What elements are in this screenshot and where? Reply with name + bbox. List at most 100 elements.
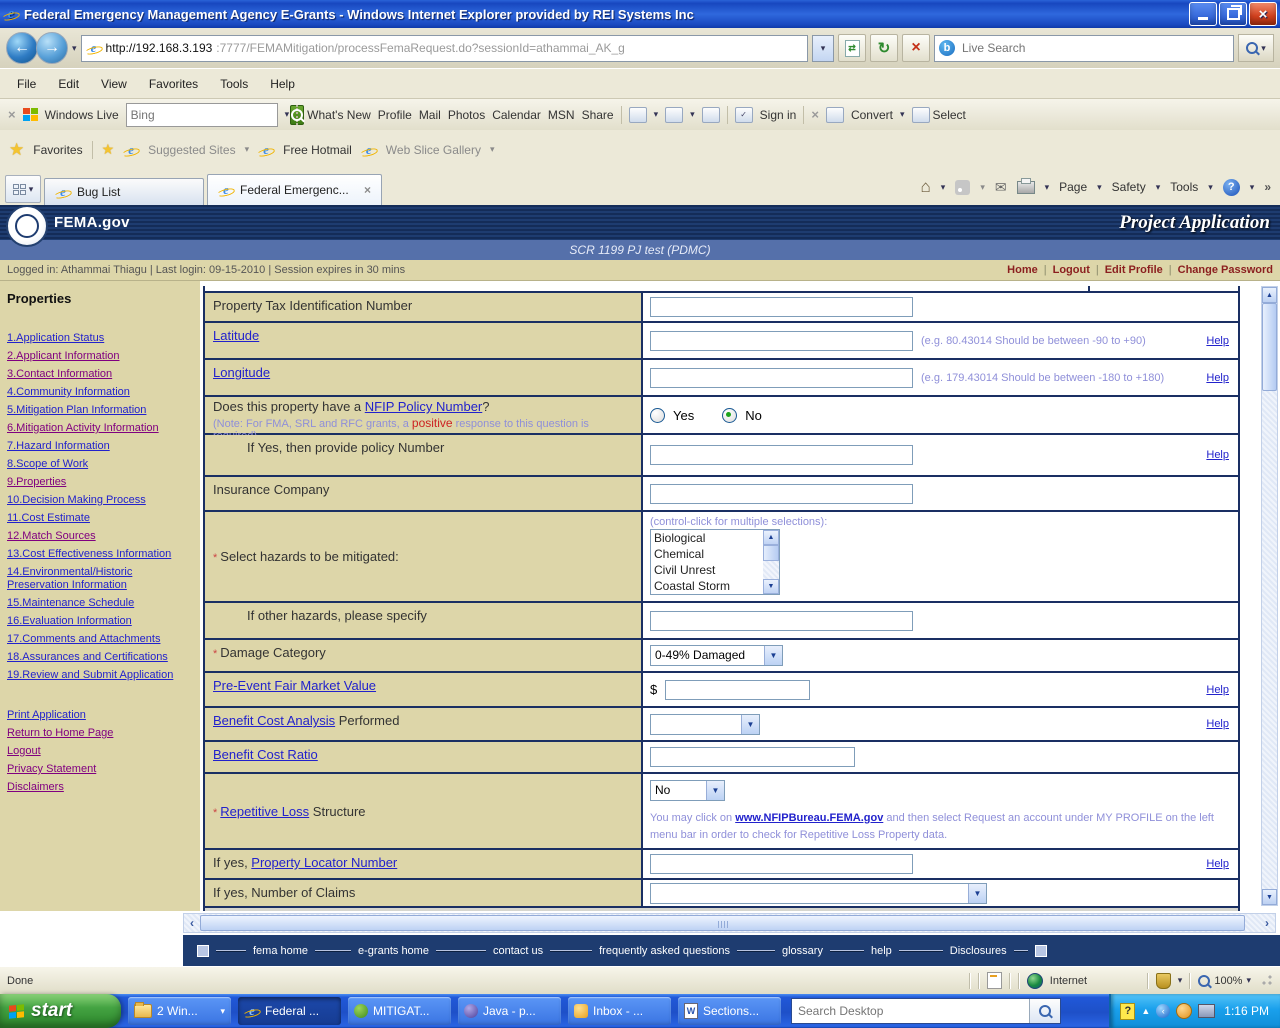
pre-event-value-input[interactable] — [665, 680, 810, 700]
benefit-cost-ratio-input[interactable] — [650, 747, 855, 767]
nfip-policy-number-link[interactable]: NFIP Policy Number — [365, 399, 483, 414]
insurance-company-input[interactable] — [650, 484, 913, 504]
change-password-link[interactable]: Change Password — [1178, 264, 1273, 276]
longitude-help-link[interactable]: Help — [1206, 372, 1229, 384]
sidebar-item-evaluation-information[interactable]: 16.Evaluation Information — [7, 615, 195, 628]
other-hazards-input[interactable] — [650, 611, 913, 631]
property-locator-link[interactable]: Property Locator Number — [251, 855, 397, 870]
footer-fema-home-link[interactable]: fema home — [253, 945, 308, 957]
vertical-scrollbar[interactable]: ▲ ▼ — [1261, 281, 1280, 911]
desktop-search-box[interactable] — [791, 998, 1061, 1024]
tray-expand-icon[interactable]: ▲ — [1141, 1006, 1150, 1016]
zoom-dropdown[interactable]: ▾ — [1246, 975, 1251, 986]
sidebar-item-applicant-information[interactable]: 2.Applicant Information — [7, 350, 195, 363]
add-favorite-icon[interactable]: ★ — [102, 141, 115, 158]
property-locator-input[interactable] — [650, 854, 913, 874]
sidebar-item-comments-attachments[interactable]: 17.Comments and Attachments — [7, 633, 195, 646]
bca-help-link[interactable]: Help — [1206, 718, 1229, 730]
suggested-sites-dropdown[interactable]: ▾ — [245, 144, 250, 155]
live-search-input[interactable] — [960, 40, 1229, 56]
desktop-search-button[interactable] — [1029, 999, 1060, 1023]
url-dropdown-button[interactable]: ▾ — [812, 35, 834, 62]
sidebar-item-hazard-information[interactable]: 7.Hazard Information — [7, 440, 195, 453]
link-calendar[interactable]: Calendar — [492, 108, 541, 122]
compatibility-view-button[interactable]: ⇄ — [838, 34, 866, 62]
tray-help-icon[interactable]: ? — [1120, 1003, 1135, 1020]
damage-category-select[interactable]: 0-49% Damaged ▼ — [650, 645, 783, 666]
footer-contact-us-link[interactable]: contact us — [493, 945, 543, 957]
print-dropdown[interactable]: ▾ — [1045, 182, 1050, 193]
restore-button[interactable] — [1219, 2, 1247, 26]
nfip-no-radio[interactable] — [722, 408, 737, 423]
sidebar-item-environmental-historic[interactable]: 14.Environmental/Historic Preservation I… — [7, 566, 195, 592]
feeds-icon[interactable] — [955, 180, 970, 195]
property-tax-id-input[interactable] — [650, 297, 913, 317]
select-button[interactable]: Select — [933, 108, 966, 122]
taskbar-item-mitigat[interactable]: MITIGAT... — [348, 997, 451, 1025]
taskbar-item-federal[interactable]: e Federal ... — [238, 997, 341, 1025]
start-button[interactable]: start — [0, 994, 121, 1028]
horizontal-scrollbar-thumb[interactable] — [200, 915, 1245, 931]
footer-help-link[interactable]: help — [871, 945, 892, 957]
scroll-left-button[interactable]: ‹ — [184, 914, 200, 932]
sidebar-item-community-information[interactable]: 4.Community Information — [7, 386, 195, 399]
hazard-option-biological[interactable]: Biological — [654, 530, 763, 546]
link-share[interactable]: Share — [582, 108, 614, 122]
protected-mode-dropdown[interactable]: ▾ — [1178, 975, 1183, 986]
page-dropdown[interactable]: ▾ — [1097, 182, 1102, 193]
scroll-up-button[interactable]: ▲ — [1262, 287, 1277, 303]
sidebar-item-properties[interactable]: 9.Properties — [7, 476, 195, 489]
map-pin-icon[interactable] — [629, 107, 647, 123]
taskbar-item-inbox[interactable]: Inbox - ... — [568, 997, 671, 1025]
select-dropdown-icon[interactable]: ▼ — [706, 781, 724, 800]
select-dropdown-icon[interactable]: ▼ — [764, 646, 782, 665]
nfip-bureau-link[interactable]: www.NFIPBureau.FEMA.gov — [735, 812, 883, 824]
sidebar-item-cost-effectiveness-information[interactable]: 13.Cost Effectiveness Information — [7, 548, 195, 561]
convert-dropdown-icon[interactable]: ▾ — [900, 109, 905, 120]
link-mail[interactable]: Mail — [419, 108, 441, 122]
sidebar-print-application[interactable]: Print Application — [7, 709, 195, 722]
sidebar-disclaimers[interactable]: Disclaimers — [7, 781, 195, 794]
tray-reminder-icon[interactable] — [1176, 1003, 1192, 1019]
bing-search-box[interactable] — [126, 103, 278, 127]
stop-button[interactable]: × — [902, 34, 930, 62]
hazards-listbox[interactable]: Biological Chemical Civil Unrest Coastal… — [650, 529, 780, 595]
menu-edit[interactable]: Edit — [47, 74, 90, 94]
longitude-link[interactable]: Longitude — [213, 365, 270, 380]
refresh-button[interactable]: ↻ — [870, 34, 898, 62]
favorites-button[interactable]: Favorites — [33, 143, 82, 157]
taskbar-item-sections[interactable]: W Sections... — [678, 997, 781, 1025]
tools-menu[interactable]: Tools — [1170, 180, 1198, 194]
scroll-down-button[interactable]: ▼ — [1262, 889, 1277, 905]
tab-bug-list[interactable]: e Bug List — [44, 178, 204, 205]
sidebar-item-review-submit[interactable]: 19.Review and Submit Application — [7, 669, 195, 682]
sidebar-logout[interactable]: Logout — [7, 745, 195, 758]
help-icon[interactable]: ? — [1223, 179, 1240, 196]
hazard-option-civil-unrest[interactable]: Civil Unrest — [654, 562, 763, 578]
sidebar-item-application-status[interactable]: 1.Application Status — [7, 332, 195, 345]
web-slice-dropdown[interactable]: ▾ — [490, 144, 495, 155]
tray-messenger-icon[interactable]: ‹ — [1156, 1004, 1170, 1018]
safety-dropdown[interactable]: ▾ — [1156, 182, 1161, 193]
grid-dropdown-icon[interactable]: ▾ — [690, 109, 695, 120]
sidebar-item-scope-of-work[interactable]: 8.Scope of Work — [7, 458, 195, 471]
hazard-option-coastal-storm[interactable]: Coastal Storm — [654, 578, 763, 594]
scroll-up-icon[interactable]: ▲ — [763, 530, 779, 545]
menu-favorites[interactable]: Favorites — [138, 74, 209, 94]
latitude-input[interactable] — [650, 331, 913, 351]
scroll-right-button[interactable]: › — [1259, 914, 1275, 932]
hazard-option-chemical[interactable]: Chemical — [654, 546, 763, 562]
suggested-sites-button[interactable]: Suggested Sites — [148, 143, 235, 157]
sign-in-button[interactable]: Sign in — [760, 108, 797, 122]
sidebar-item-mitigation-activity-information[interactable]: 6.Mitigation Activity Information — [7, 422, 195, 435]
forward-button[interactable]: → — [36, 32, 68, 64]
taskbar-item-java[interactable]: Java - p... — [458, 997, 561, 1025]
scroll-down-icon[interactable]: ▼ — [763, 579, 779, 594]
sidebar-item-mitigation-plan-information[interactable]: 5.Mitigation Plan Information — [7, 404, 195, 417]
sidebar-return-home[interactable]: Return to Home Page — [7, 727, 195, 740]
benefit-cost-ratio-link[interactable]: Benefit Cost Ratio — [213, 747, 318, 762]
menu-file[interactable]: File — [6, 74, 47, 94]
menu-help[interactable]: Help — [259, 74, 306, 94]
safety-menu[interactable]: Safety — [1112, 180, 1146, 194]
sidebar-item-decision-making-process[interactable]: 10.Decision Making Process — [7, 494, 195, 507]
